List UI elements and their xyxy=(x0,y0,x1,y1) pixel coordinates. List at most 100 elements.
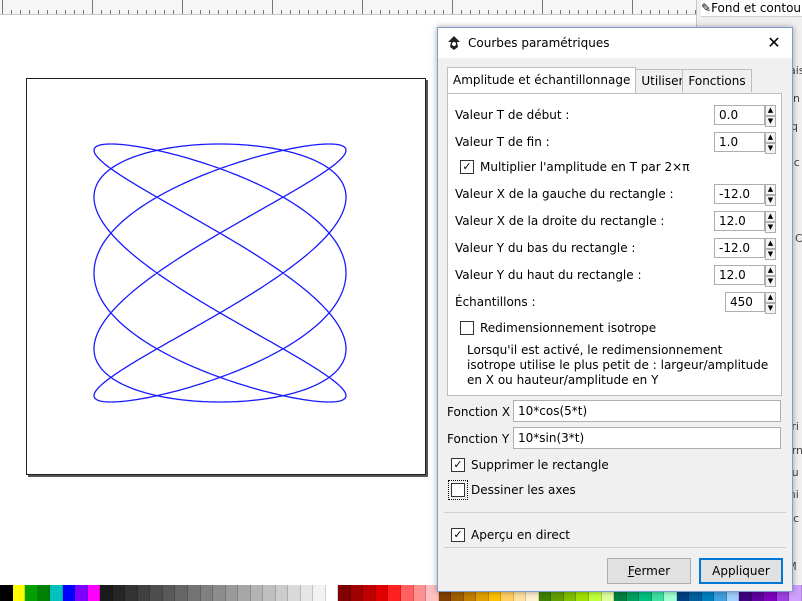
live-preview-label: Aperçu en direct xyxy=(471,528,571,542)
parametric-curve[interactable] xyxy=(27,79,425,474)
fill-stroke-panel-title[interactable]: ✎Fond et contour xyxy=(701,0,802,17)
color-swatch[interactable] xyxy=(338,585,351,601)
t-start-value[interactable]: 0.0 xyxy=(714,105,765,125)
ruler-tick xyxy=(2,0,3,14)
color-swatch[interactable] xyxy=(175,585,188,601)
color-swatch[interactable] xyxy=(250,585,264,601)
separator xyxy=(444,512,786,513)
color-swatch[interactable] xyxy=(62,585,76,601)
spin-down-icon[interactable]: ▼ xyxy=(765,222,776,233)
tab-amplitude-sampling[interactable]: Amplitude et échantillonnage xyxy=(447,67,637,93)
close-button[interactable]: Fermer xyxy=(607,558,691,584)
spin-down-icon[interactable]: ▼ xyxy=(765,143,776,154)
spin-down-icon[interactable]: ▼ xyxy=(765,195,776,206)
ruler-tick xyxy=(56,10,57,14)
t-end-value[interactable]: 1.0 xyxy=(714,132,765,152)
color-swatch[interactable] xyxy=(413,585,427,601)
spin-up-icon[interactable]: ▲ xyxy=(765,184,776,195)
y-top-value[interactable]: 12.0 xyxy=(714,265,765,285)
color-swatch[interactable] xyxy=(375,585,389,601)
spin-up-icon[interactable]: ▲ xyxy=(765,238,776,249)
color-swatch[interactable] xyxy=(37,585,51,601)
color-swatch[interactable] xyxy=(275,585,289,601)
color-swatch[interactable] xyxy=(238,585,251,601)
samples-value[interactable]: 450 xyxy=(725,292,765,312)
curve-path[interactable] xyxy=(93,143,347,403)
live-preview-checkbox[interactable]: ✓ xyxy=(451,528,465,542)
dialog-titlebar[interactable]: Courbes paramétriques ✕ xyxy=(438,28,792,58)
y-bottom-value[interactable]: -12.0 xyxy=(714,238,765,258)
color-swatch[interactable] xyxy=(325,585,339,601)
isotropic-help-line: Lorsqu'il est activé, le redimensionneme… xyxy=(467,343,723,357)
color-swatch[interactable] xyxy=(112,585,126,601)
color-swatch[interactable] xyxy=(50,585,63,601)
ruler-tick xyxy=(110,10,111,14)
function-y-input[interactable]: 10*sin(3*t) xyxy=(513,427,781,449)
ruler-tick xyxy=(326,10,327,14)
color-swatch[interactable] xyxy=(187,585,201,601)
ruler-tick xyxy=(389,10,390,14)
color-swatch[interactable] xyxy=(225,585,239,601)
spin-down-icon[interactable]: ▼ xyxy=(765,249,776,260)
remove-rectangle-checkbox[interactable]: ✓ xyxy=(451,458,465,472)
x-left-value[interactable]: -12.0 xyxy=(714,184,765,204)
spin-up-icon[interactable]: ▲ xyxy=(765,105,776,116)
ruler-tick xyxy=(83,10,84,14)
tab-functions[interactable]: Fonctions xyxy=(682,69,752,92)
color-swatch[interactable] xyxy=(25,585,38,601)
color-swatch[interactable] xyxy=(363,585,376,601)
ruler-tick xyxy=(146,10,147,14)
spin-up-icon[interactable]: ▲ xyxy=(765,211,776,222)
color-swatch[interactable] xyxy=(200,585,214,601)
tab-use[interactable]: Utiliser xyxy=(635,69,684,92)
color-swatch[interactable] xyxy=(75,585,88,601)
color-swatch[interactable] xyxy=(0,585,13,601)
ruler-tick xyxy=(344,10,345,14)
spin-up-icon[interactable]: ▲ xyxy=(765,132,776,143)
ruler-tick xyxy=(299,10,300,14)
color-swatch[interactable] xyxy=(288,585,301,601)
y-bottom-label: Valeur Y du bas du rectangle : xyxy=(455,241,636,255)
tab-bar: Amplitude et échantillonnage Utiliser Fo… xyxy=(447,67,752,93)
close-icon[interactable]: ✕ xyxy=(764,33,784,53)
function-x-input[interactable]: 10*cos(5*t) xyxy=(513,400,781,422)
x-right-value[interactable]: 12.0 xyxy=(714,211,765,231)
spin-up-icon[interactable]: ▲ xyxy=(765,292,776,303)
color-swatch[interactable] xyxy=(137,585,151,601)
ruler-tick xyxy=(578,10,579,14)
color-swatch[interactable] xyxy=(263,585,276,601)
color-swatch[interactable] xyxy=(300,585,314,601)
apply-button[interactable]: Appliquer xyxy=(699,558,783,584)
ruler-tick xyxy=(371,10,372,14)
color-swatch[interactable] xyxy=(162,585,176,601)
color-swatch[interactable] xyxy=(350,585,364,601)
page-area[interactable] xyxy=(26,78,426,475)
color-swatch[interactable] xyxy=(100,585,113,601)
spin-up-icon[interactable]: ▲ xyxy=(765,265,776,276)
color-swatch[interactable] xyxy=(12,585,26,601)
isotropic-label: Redimensionnement isotrope xyxy=(480,321,657,335)
isotropic-checkbox[interactable] xyxy=(460,321,474,335)
draw-axes-checkbox[interactable] xyxy=(448,480,468,500)
spin-down-icon[interactable]: ▼ xyxy=(765,116,776,127)
color-swatch[interactable] xyxy=(125,585,138,601)
isotropic-help-line: en X ou hauteur/amplitude en Y xyxy=(467,373,659,387)
color-swatch[interactable] xyxy=(313,585,326,601)
spin-down-icon[interactable]: ▼ xyxy=(765,276,776,287)
ruler-tick xyxy=(218,10,219,14)
color-swatch[interactable] xyxy=(150,585,163,601)
spin-down-icon[interactable]: ▼ xyxy=(765,303,776,314)
ruler-tick xyxy=(101,10,102,14)
color-swatch[interactable] xyxy=(388,585,401,601)
color-swatch[interactable] xyxy=(87,585,101,601)
ruler-tick xyxy=(596,10,597,14)
ruler-tick xyxy=(353,10,354,14)
ruler-tick xyxy=(425,10,426,14)
function-y-label: Fonction Y : xyxy=(447,432,518,446)
ruler-tick xyxy=(434,10,435,14)
multiply-2pi-checkbox[interactable]: ✓ xyxy=(460,160,474,174)
color-swatch[interactable] xyxy=(213,585,226,601)
panel-text-fragment: n xyxy=(793,92,800,105)
ruler-tick xyxy=(92,0,93,14)
color-swatch[interactable] xyxy=(401,585,414,601)
